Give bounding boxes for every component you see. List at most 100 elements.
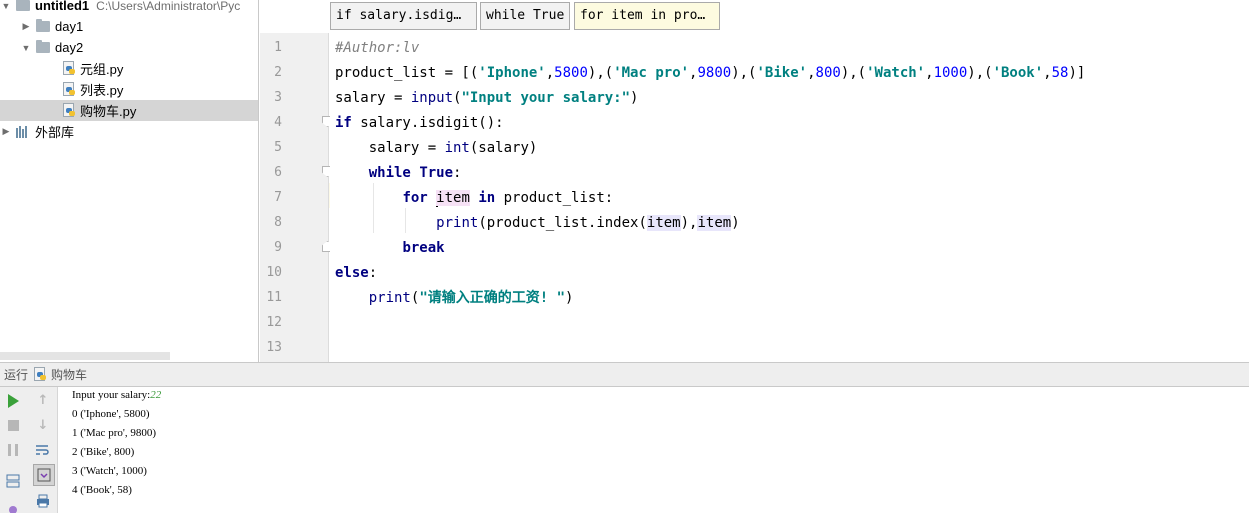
variable-token: item <box>697 215 732 231</box>
scroll-down-button[interactable]: ↓ <box>33 415 53 435</box>
run-tool-window-header: 运行 购物车 <box>0 362 1249 387</box>
builtin-token: input <box>410 90 454 106</box>
variable-token: item <box>436 190 470 206</box>
tree-horizontal-scrollbar[interactable] <box>0 352 170 360</box>
string-token: 'Watch' <box>866 65 926 81</box>
project-tree-panel: ▼ untitled1 C:\Users\Administrator\Pyc ▶… <box>0 0 259 362</box>
code-line-3: salary = input("Input your salary:") <box>335 90 639 106</box>
folder-label: day1 <box>55 19 84 34</box>
layout-icon <box>6 474 20 488</box>
number-token: 58 <box>1051 65 1069 81</box>
builtin-token: print <box>436 215 479 231</box>
run-label[interactable]: 运行 <box>4 366 28 383</box>
code-structure-breadcrumbs: if salary.isdig… while True for item in … <box>260 0 1249 33</box>
collapse-arrow-icon[interactable]: ▶ <box>0 126 12 137</box>
builtin-token: int <box>444 140 470 156</box>
console-line: 1 ('Mac pro', 9800) <box>72 427 156 439</box>
soft-wrap-button[interactable] <box>33 440 53 460</box>
printer-icon <box>37 494 49 508</box>
line-number: 2 <box>274 65 282 80</box>
scroll-to-end-button[interactable] <box>33 464 55 486</box>
code-token: product_list = [( <box>335 65 479 81</box>
tree-item-day1[interactable]: ▶ day1 <box>0 16 258 37</box>
line-number: 8 <box>274 215 282 230</box>
string-token: "Input your salary:" <box>461 90 631 106</box>
string-token: 'Iphone' <box>478 65 546 81</box>
scroll-up-button[interactable]: ↑ <box>33 390 53 410</box>
folder-label: day2 <box>55 40 84 55</box>
breadcrumb-while[interactable]: while True <box>480 2 570 30</box>
breadcrumb-for[interactable]: for item in pro… <box>574 2 720 30</box>
tree-item-file-3[interactable]: 购物车.py <box>0 100 258 121</box>
expand-arrow-icon[interactable]: ▼ <box>20 43 32 53</box>
code-line-5: salary = int(salary) <box>335 136 538 161</box>
string-token: "请输入正确的工资! " <box>419 290 566 306</box>
scroll-to-end-icon <box>37 468 51 482</box>
up-arrow-icon: ↑ <box>37 392 49 408</box>
line-number: 7 <box>274 190 282 205</box>
python-file-icon <box>62 61 76 76</box>
breadcrumb-if[interactable]: if salary.isdig… <box>330 2 477 30</box>
code-token: ), <box>680 215 698 231</box>
number-token: 800 <box>815 65 841 81</box>
keyword-token: for <box>402 190 428 206</box>
line-number: 6 <box>274 165 282 180</box>
tree-item-day2[interactable]: ▼ day2 <box>0 37 258 58</box>
pin-button[interactable] <box>3 500 23 513</box>
code-line-1: #Author:lv <box>335 36 419 61</box>
code-token: ) <box>731 215 740 231</box>
console-output[interactable]: Input your salary:22 0 ('Iphone', 5800) … <box>72 386 161 500</box>
code-token: : <box>368 265 378 281</box>
console-line: 4 ('Book', 58) <box>72 484 132 496</box>
code-token: salary = <box>368 140 445 156</box>
number-token: 1000 <box>933 65 968 81</box>
folder-icon <box>16 0 30 11</box>
pin-icon <box>9 506 17 513</box>
line-number: 5 <box>274 140 282 155</box>
collapse-arrow-icon[interactable]: ▶ <box>20 21 32 32</box>
pause-button[interactable] <box>3 440 23 460</box>
keyword-token: else <box>335 265 369 281</box>
expand-arrow-icon[interactable]: ▼ <box>0 1 12 11</box>
line-number: 3 <box>274 90 282 105</box>
console-line: Input your salary:22 <box>72 386 161 405</box>
external-libs-label: 外部库 <box>35 125 75 140</box>
code-token: (product_list.index( <box>478 215 647 231</box>
run-config-name[interactable]: 购物车 <box>51 366 87 383</box>
line-number: 9 <box>274 240 282 255</box>
number-token: 9800 <box>697 65 732 81</box>
wrap-icon <box>36 445 49 455</box>
stop-button[interactable] <box>3 415 23 435</box>
line-number: 12 <box>266 315 282 330</box>
editor-gutter: 1 2 3 4 5 6 7 8 9 10 11 12 13 <box>260 33 333 362</box>
tree-item-external-libs[interactable]: ▶ 外部库 <box>0 121 258 142</box>
rerun-button[interactable] <box>3 391 23 411</box>
console-line: 3 ('Watch', 1000) <box>72 465 147 477</box>
python-file-icon <box>62 103 76 118</box>
console-user-input: 22 <box>150 389 162 401</box>
layout-button[interactable] <box>3 471 23 491</box>
keyword-token: if <box>335 115 352 131</box>
string-token: 'Bike' <box>756 65 808 81</box>
code-token: product_list: <box>495 190 614 206</box>
variable-token: item <box>646 215 681 231</box>
builtin-token: print <box>368 290 411 306</box>
code-editor[interactable]: #Author:lv product_list = [('Iphone',580… <box>330 33 1249 362</box>
pause-icon <box>8 444 18 456</box>
number-token: 5800 <box>554 65 588 81</box>
keyword-token: break <box>402 240 445 256</box>
code-token: salary = <box>335 90 411 106</box>
code-line-11: print("请输入正确的工资! ") <box>335 286 574 311</box>
tree-item-root[interactable]: ▼ untitled1 C:\Users\Administrator\Pyc <box>0 0 258 16</box>
code-line-6: while True: <box>335 161 462 186</box>
file-label: 列表.py <box>80 83 124 98</box>
project-root-path: C:\Users\Administrator\Pyc <box>96 0 241 13</box>
file-label: 元组.py <box>80 62 124 77</box>
print-button[interactable] <box>33 491 53 511</box>
code-line-2: product_list = [('Iphone',5800),('Mac pr… <box>335 65 1086 81</box>
tree-item-file-1[interactable]: 元组.py <box>0 58 258 79</box>
code-token: (salary) <box>469 140 538 156</box>
project-root-name: untitled1 <box>35 0 90 13</box>
code-line-10: else: <box>335 261 377 286</box>
tree-item-file-2[interactable]: 列表.py <box>0 79 258 100</box>
